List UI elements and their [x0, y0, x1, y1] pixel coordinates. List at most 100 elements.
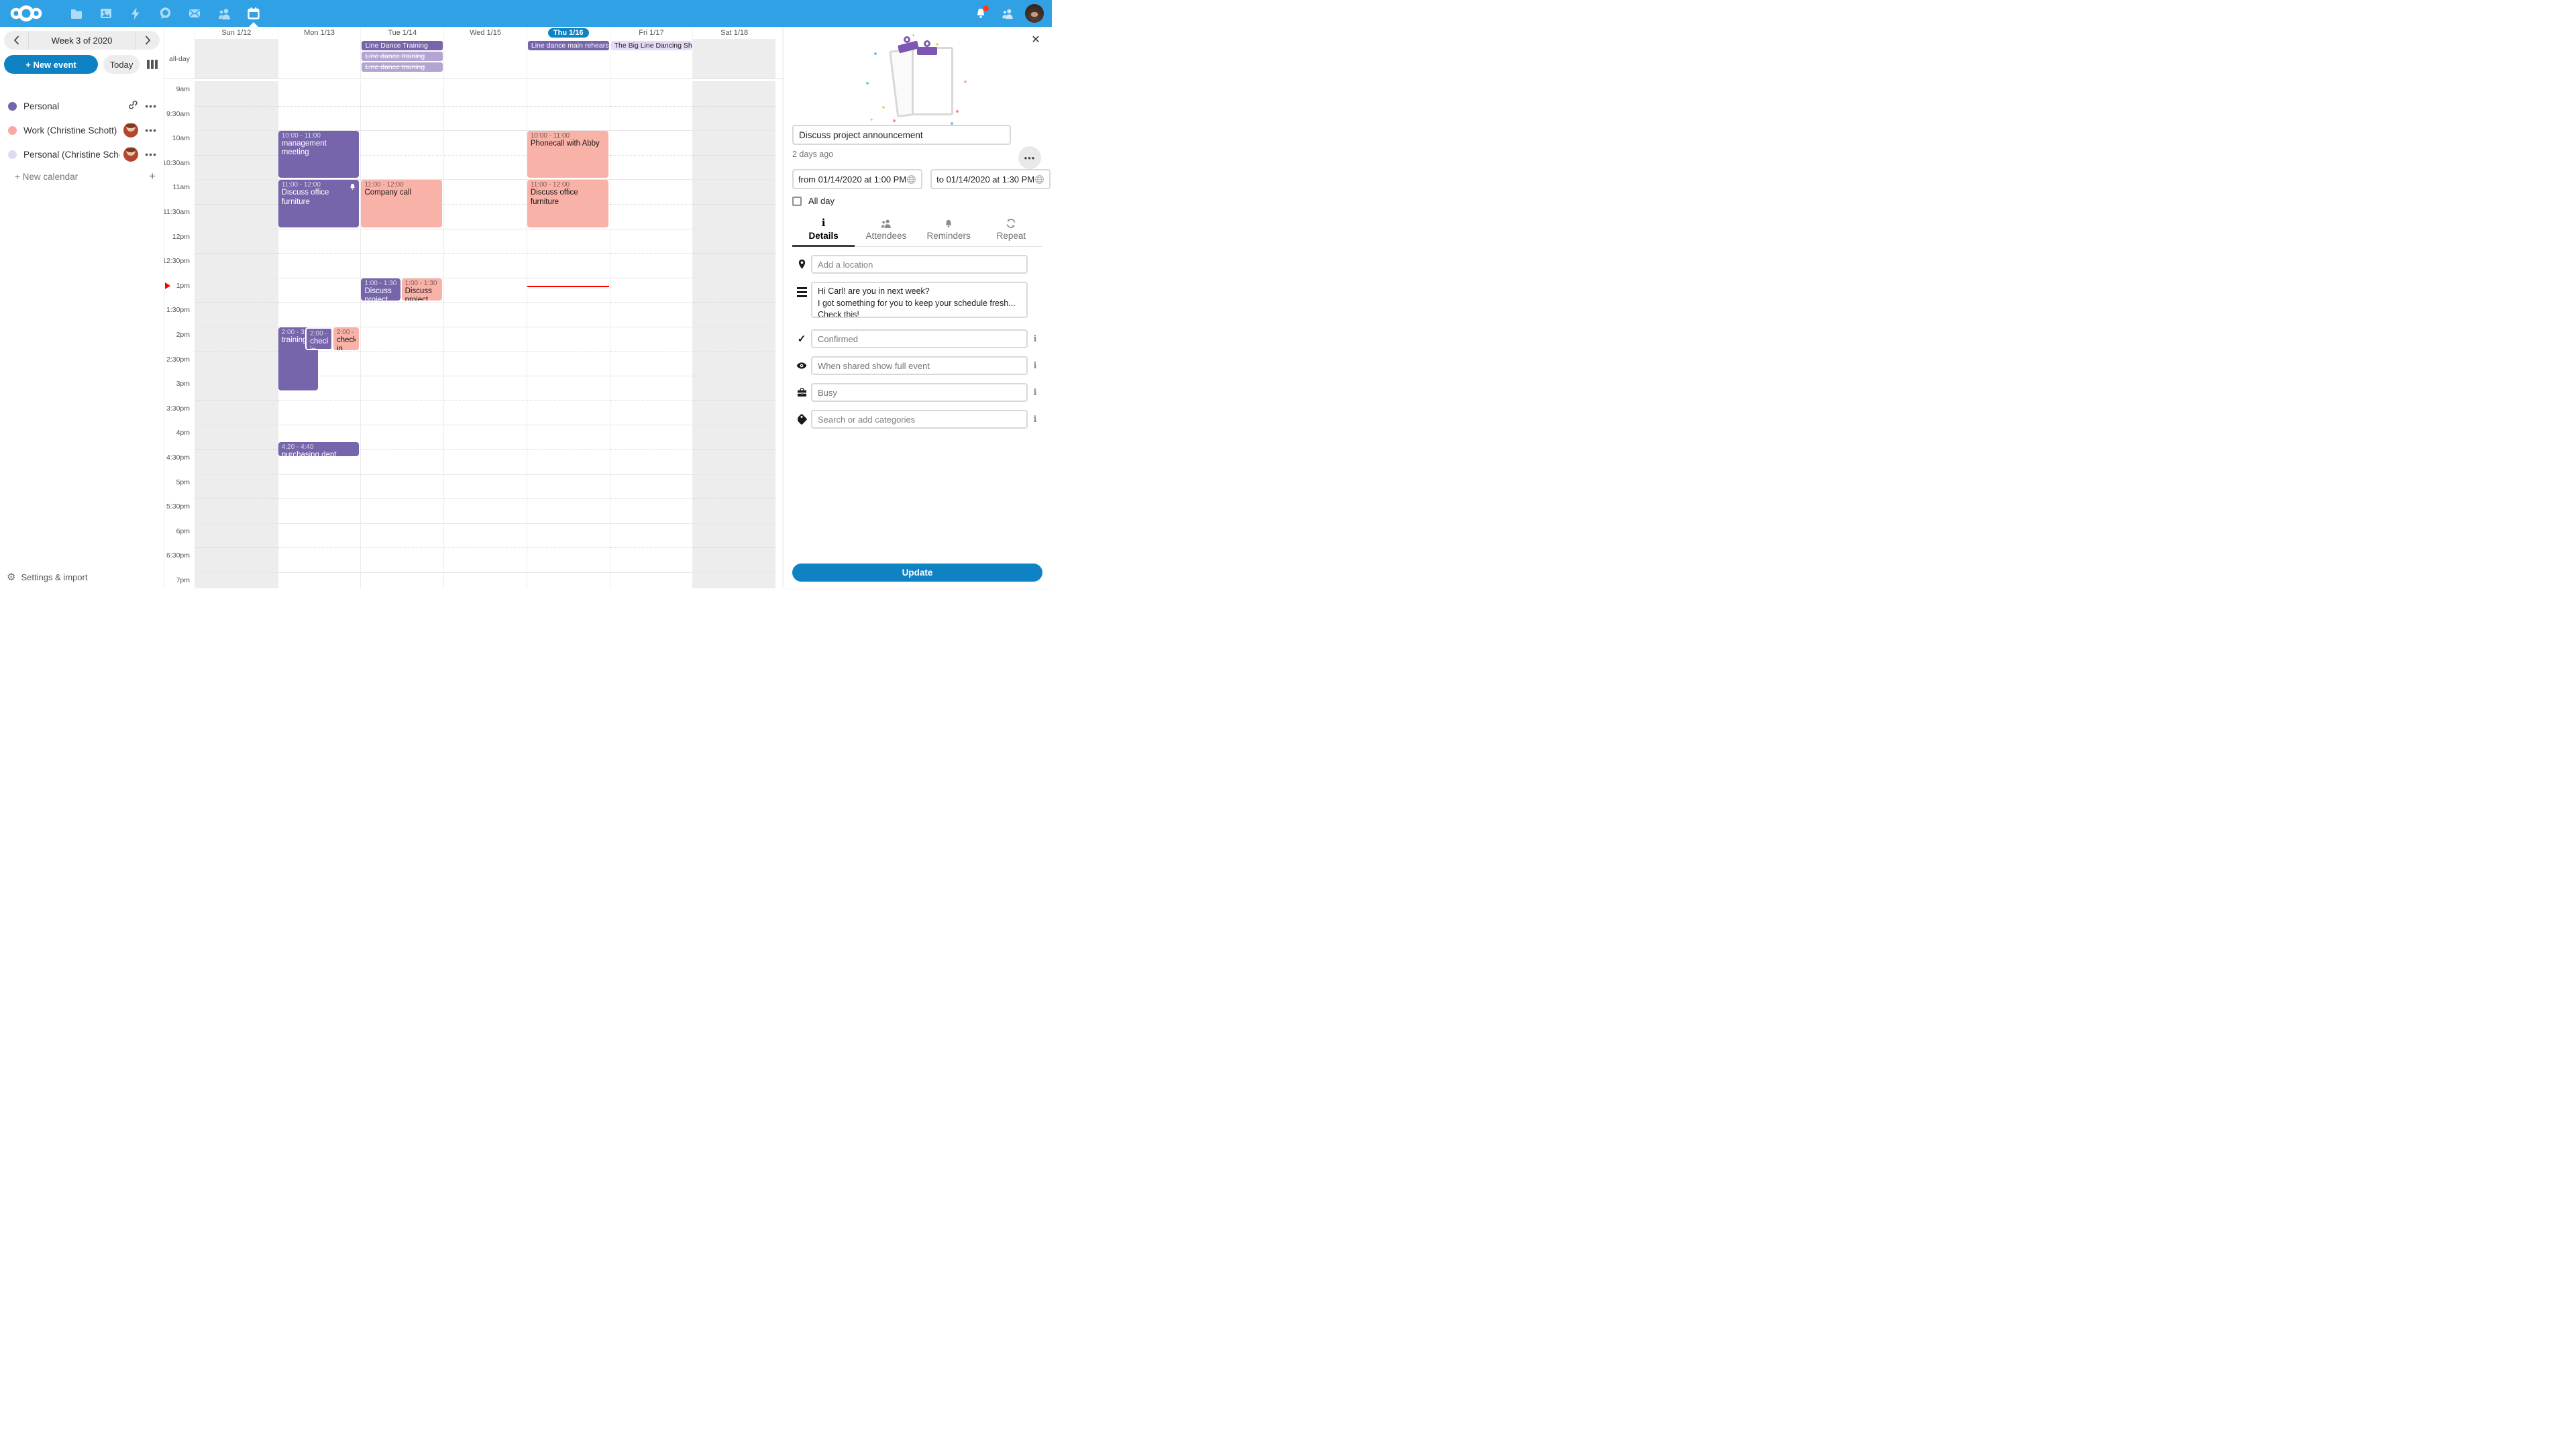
gridline	[693, 498, 775, 499]
calendar-event[interactable]: 10:00 - 11:00management meeting	[278, 131, 360, 178]
day-header[interactable]: Sat 1/18	[692, 27, 775, 39]
tab-attendees[interactable]: Attendees	[855, 217, 917, 246]
calendar-item-personal[interactable]: Personal •••	[0, 94, 164, 118]
day-header[interactable]: Sun 1/12	[195, 27, 278, 39]
allday-event[interactable]: Line dance training	[362, 52, 443, 61]
calendar-event[interactable]: 11:00 - 12:00Company call	[361, 180, 442, 227]
day-column[interactable]	[195, 81, 278, 588]
calendar-event[interactable]: 11:00 - 12:00Discuss office furniture	[527, 180, 608, 227]
gridline	[527, 253, 610, 254]
gridline	[444, 130, 527, 131]
calendar-item-personal-christine[interactable]: Personal (Christine Scho...) •••	[0, 142, 164, 166]
categories-info-icon[interactable]: i	[1028, 415, 1042, 425]
calendar-actions-menu-icon[interactable]: •••	[145, 151, 157, 158]
gridline	[610, 106, 693, 107]
allday-cell[interactable]	[195, 39, 278, 78]
new-event-button[interactable]: + New event	[4, 55, 98, 74]
event-actions-menu-button[interactable]: •••	[1018, 146, 1041, 169]
all-day-checkbox[interactable]	[792, 197, 802, 206]
calendar-event[interactable]: 2:00 - 2:30check-in	[333, 327, 359, 350]
notifications-bell-icon[interactable]	[971, 4, 990, 23]
tab-reminders[interactable]: Reminders	[918, 217, 980, 246]
gridline	[195, 449, 278, 450]
activity-icon[interactable]	[121, 0, 150, 27]
allday-cell[interactable]: The Big Line Dancing Show	[610, 39, 693, 78]
location-input[interactable]	[811, 255, 1028, 274]
contacts-icon[interactable]	[209, 0, 239, 27]
talk-icon[interactable]	[150, 0, 180, 27]
allday-event[interactable]: The Big Line Dancing Show	[611, 41, 692, 50]
freebusy-info-icon[interactable]: i	[1028, 388, 1042, 398]
day-column[interactable]	[610, 81, 693, 588]
allday-cell[interactable]	[443, 39, 527, 78]
calendar-actions-menu-icon[interactable]: •••	[145, 103, 157, 109]
start-datetime-field[interactable]: from 01/14/2020 at 1:00 PM	[792, 169, 922, 189]
freebusy-select[interactable]: Busy	[811, 383, 1028, 402]
gridline	[278, 253, 361, 254]
calendar-item-work-christine[interactable]: Work (Christine Schott) •••	[0, 118, 164, 142]
day-column[interactable]: 11:00 - 12:00Company call 1:00 - 1:30Disc…	[360, 81, 443, 588]
day-column[interactable]: 10:00 - 11:00management meeting11:00 - 1…	[278, 81, 361, 588]
allday-cell[interactable]	[692, 39, 775, 78]
timezone-globe-icon	[906, 174, 916, 184]
day-header[interactable]: Fri 1/17	[610, 27, 693, 39]
nextcloud-logo-icon[interactable]	[9, 5, 43, 22]
contacts-menu-icon[interactable]	[998, 4, 1017, 23]
calendar-actions-menu-icon[interactable]: •••	[145, 127, 157, 134]
calendar-event[interactable]: 10:00 - 11:00Phonecall with Abby	[527, 131, 608, 178]
tab-details[interactable]: i Details	[792, 217, 855, 246]
week-view-toggle-icon[interactable]	[145, 57, 160, 72]
description-textarea[interactable]: Hi Carl! are you in next week? I got som…	[811, 282, 1028, 318]
day-column[interactable]: 10:00 - 11:00Phonecall with Abby11:00 - …	[527, 81, 610, 588]
calendar-event[interactable]: 2:00 - 2:30check-in	[305, 327, 333, 350]
week-label[interactable]: Week 3 of 2020	[28, 31, 136, 50]
photos-icon[interactable]	[91, 0, 121, 27]
event-title-input[interactable]	[792, 125, 1011, 145]
today-button[interactable]: Today	[103, 55, 140, 74]
files-icon[interactable]	[62, 0, 91, 27]
all-day-checkbox-row[interactable]: All day	[792, 196, 1042, 206]
time-label: 1pm	[176, 282, 190, 290]
day-header[interactable]: Wed 1/15	[443, 27, 527, 39]
day-column[interactable]	[692, 81, 775, 588]
allday-cell[interactable]	[278, 39, 361, 78]
calendar-icon[interactable]	[239, 0, 268, 27]
user-avatar[interactable]	[1025, 4, 1044, 23]
tab-repeat[interactable]: Repeat	[980, 217, 1042, 246]
gridline	[361, 130, 443, 131]
gridline	[278, 498, 361, 499]
status-info-icon[interactable]: i	[1028, 334, 1042, 344]
last-modified-text: 2 days ago	[792, 150, 1042, 159]
mail-icon[interactable]	[180, 0, 209, 27]
time-grid: 9am9:30am10am10:30am11am11:30am12pm12:30…	[164, 81, 784, 588]
allday-cell[interactable]: Line Dance Training Line dance trainingLi…	[360, 39, 443, 78]
calendar-name: Personal	[23, 101, 123, 111]
allday-cell[interactable]: Line dance main rehearsal	[527, 39, 610, 78]
calendar-event[interactable]: 1:00 - 1:30Discuss project announcement	[361, 278, 400, 301]
allday-event[interactable]: Line Dance Training	[362, 41, 443, 50]
previous-week-button[interactable]	[4, 31, 28, 50]
day-header[interactable]: Tue 1/14	[360, 27, 443, 39]
visibility-info-icon[interactable]: i	[1028, 361, 1042, 371]
update-button[interactable]: Update	[792, 564, 1042, 582]
current-time-line	[527, 286, 609, 287]
calendar-event[interactable]: 1:00 - 1:30Discuss project	[402, 278, 443, 301]
calendar-event[interactable]: 4:20 - 4:40purchasing dept	[278, 442, 360, 457]
allday-event[interactable]: Line dance main rehearsal	[528, 41, 609, 50]
next-week-button[interactable]	[136, 31, 160, 50]
day-column[interactable]	[443, 81, 527, 588]
allday-event[interactable]: Line dance training	[362, 62, 443, 72]
categories-input[interactable]	[811, 410, 1028, 429]
visibility-select[interactable]: When shared show full event	[811, 356, 1028, 375]
new-calendar-button[interactable]: + New calendar +	[0, 166, 164, 186]
calendar-event[interactable]: 11:00 - 12:00Discuss office furniture	[278, 180, 360, 227]
share-link-icon[interactable]	[127, 99, 138, 113]
gridline	[693, 204, 775, 205]
day-header[interactable]: Mon 1/13	[278, 27, 361, 39]
end-datetime-field[interactable]: to 01/14/2020 at 1:30 PM	[930, 169, 1051, 189]
status-select[interactable]: Confirmed	[811, 329, 1028, 348]
notification-badge	[983, 5, 989, 11]
settings-and-import-button[interactable]: ⚙ Settings & import	[7, 571, 87, 583]
time-label: 4:30pm	[166, 453, 190, 462]
day-header[interactable]: Thu 1/16	[527, 27, 610, 39]
